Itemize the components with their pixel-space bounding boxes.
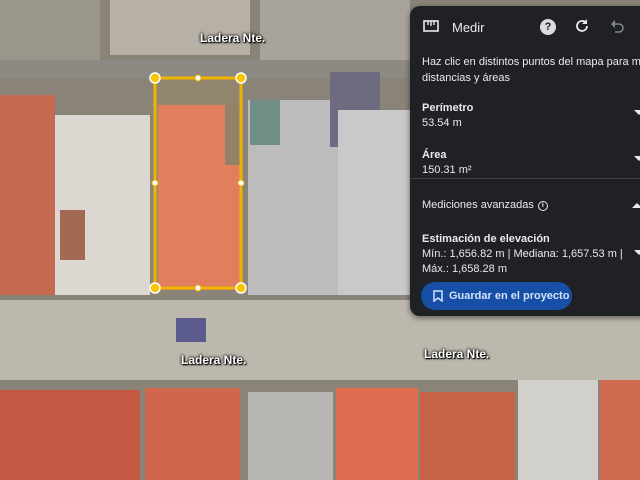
area-expand-icon[interactable] <box>634 156 640 161</box>
description-line: Haz clic en distintos puntos del mapa pa… <box>422 56 640 68</box>
vertex-handle[interactable] <box>149 282 161 294</box>
midpoint-handle[interactable] <box>151 179 159 187</box>
midpoint-handle[interactable] <box>237 179 245 187</box>
description-line: distancias y áreas <box>422 72 511 84</box>
area-label: Área <box>422 149 447 161</box>
info-icon[interactable]: i <box>537 201 548 211</box>
midpoint-handle[interactable] <box>194 74 202 82</box>
elevation-values-line1: Mín.: 1,656.82 m | Mediana: 1,657.53 m | <box>422 248 623 260</box>
midpoint-handle[interactable] <box>194 284 202 292</box>
vertex-handle[interactable] <box>235 282 247 294</box>
panel-title: Medir <box>452 20 485 35</box>
advanced-measurements-toggle[interactable]: Mediciones avanzadas i <box>410 186 640 220</box>
vertex-handle[interactable] <box>235 72 247 84</box>
panel-header: Medir ? <box>410 6 640 48</box>
perimeter-expand-icon[interactable] <box>634 110 640 115</box>
collapse-icon[interactable] <box>632 203 640 208</box>
vertex-handle[interactable] <box>149 72 161 84</box>
measured-area-polygon <box>153 76 243 290</box>
perimeter-value: 53.54 m <box>422 117 462 129</box>
advanced-measurements-title: Mediciones avanzadas i <box>422 199 548 211</box>
elevation-values-line2: Máx.: 1,658.28 m <box>422 263 507 275</box>
panel-description: Haz clic en distintos puntos del mapa pa… <box>422 54 640 86</box>
undo-icon[interactable] <box>609 18 625 34</box>
divider <box>410 178 640 179</box>
elevation-label: Estimación de elevación <box>422 233 550 245</box>
save-button-label: Guardar en el proyecto <box>449 290 570 302</box>
measure-panel: Medir ? Haz clic en distintos puntos del… <box>410 6 640 316</box>
elevation-expand-icon[interactable] <box>634 250 640 255</box>
area-value: 150.31 m² <box>422 164 472 176</box>
ruler-icon <box>423 20 439 32</box>
save-to-project-button[interactable]: Guardar en el proyecto <box>421 282 572 310</box>
bookmark-icon <box>433 290 443 302</box>
refresh-icon[interactable] <box>574 18 590 34</box>
advanced-measurements-label: Mediciones avanzadas <box>422 199 534 211</box>
perimeter-label: Perímetro <box>422 102 474 114</box>
help-icon[interactable]: ? <box>540 19 556 35</box>
